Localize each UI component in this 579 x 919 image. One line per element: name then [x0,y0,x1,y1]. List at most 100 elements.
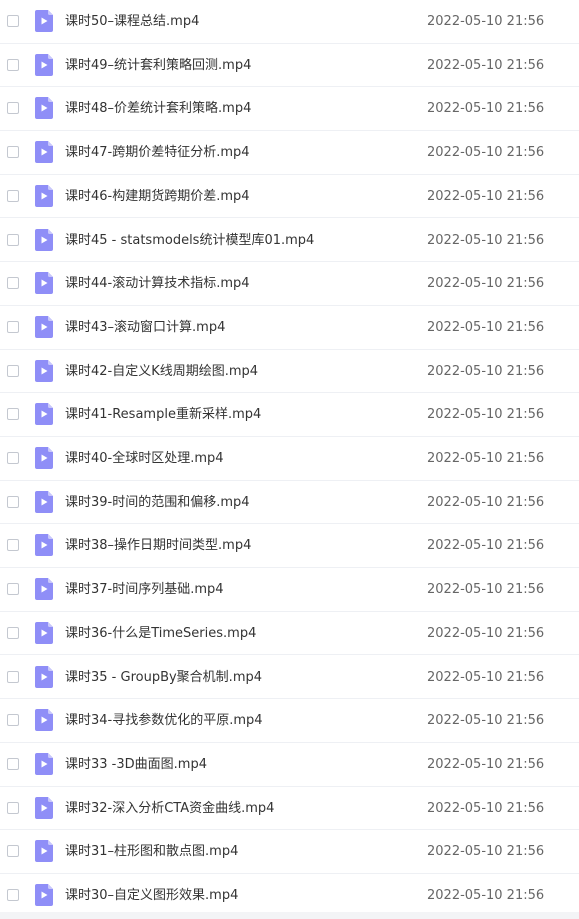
row-checkbox[interactable] [7,277,19,290]
modified-date: 2022-05-10 21:56 [427,756,545,772]
file-name-link[interactable]: 课时47-跨期价差特征分析.mp4 [65,131,250,175]
modified-date: 2022-05-10 21:56 [427,57,545,73]
file-name-link[interactable]: 课时46-构建期货跨期价差.mp4 [65,175,250,219]
video-file-icon [35,840,53,863]
modified-date: 2022-05-10 21:56 [427,363,545,379]
video-file-icon [35,621,53,644]
file-name-link[interactable]: 课时45 - statsmodels统计模型库01.mp4 [65,219,314,263]
file-row[interactable]: 课时32-深入分析CTA资金曲线.mp4 2022-05-10 21:56 [0,787,579,831]
row-checkbox[interactable] [7,452,19,464]
video-file-icon [35,752,53,775]
file-name-link[interactable]: 课时50–课程总结.mp4 [65,0,199,44]
file-name-link[interactable]: 课时38–操作日期时间类型.mp4 [65,524,251,568]
video-file-icon [35,796,53,819]
row-checkbox[interactable] [7,889,19,901]
row-checkbox[interactable] [7,408,19,421]
file-row[interactable]: 课时47-跨期价差特征分析.mp4 2022-05-10 21:56 [0,131,579,175]
file-row[interactable]: 课时41-Resample重新采样.mp4 2022-05-10 21:56 [0,393,579,437]
row-checkbox[interactable] [7,15,19,27]
video-file-icon [35,884,53,906]
file-name-link[interactable]: 课时35 - GroupBy聚合机制.mp4 [65,656,262,700]
file-name-link[interactable]: 课时31–柱形图和散点图.mp4 [65,830,238,874]
file-row[interactable]: 课时44-滚动计算技术指标.mp4 2022-05-10 21:56 [0,262,579,306]
video-file-icon [35,403,53,426]
row-checkbox[interactable] [7,626,19,639]
row-checkbox[interactable] [7,146,19,159]
modified-date: 2022-05-10 21:56 [427,407,545,423]
file-row[interactable]: 课时38–操作日期时间类型.mp4 2022-05-10 21:56 [0,524,579,569]
video-file-icon [35,315,53,338]
video-file-icon [35,184,53,207]
modified-date: 2022-05-10 21:56 [427,800,545,816]
row-checkbox[interactable] [7,364,19,377]
file-row[interactable]: 课时48–价差统计套利策略.mp4 2022-05-10 21:56 [0,87,579,132]
file-name-link[interactable]: 课时48–价差统计套利策略.mp4 [65,87,251,131]
video-file-icon [35,141,53,164]
file-row[interactable]: 课时33 -3D曲面图.mp4 2022-05-10 21:56 [0,743,579,787]
file-row[interactable]: 课时39-时间的范围和偏移.mp4 2022-05-10 21:56 [0,481,579,525]
modified-date: 2022-05-10 21:56 [427,494,545,510]
file-name-link[interactable]: 课时37-时间序列基础.mp4 [65,568,224,612]
file-name-link[interactable]: 课时33 -3D曲面图.mp4 [65,743,207,787]
file-name-link[interactable]: 课时42-自定义K线周期绘图.mp4 [65,350,258,394]
modified-date: 2022-05-10 21:56 [427,319,545,335]
row-checkbox[interactable] [7,757,19,770]
row-checkbox[interactable] [7,189,19,202]
file-name-link[interactable]: 课时41-Resample重新采样.mp4 [65,393,261,437]
video-file-icon [35,665,53,688]
file-row[interactable]: 课时37-时间序列基础.mp4 2022-05-10 21:56 [0,568,579,612]
file-row[interactable]: 课时40-全球时区处理.mp4 2022-05-10 21:56 [0,437,579,481]
file-name-link[interactable]: 课时49–统计套利策略回测.mp4 [65,44,251,88]
file-name-link[interactable]: 课时32-深入分析CTA资金曲线.mp4 [65,787,274,831]
modified-date: 2022-05-10 21:56 [427,451,545,466]
video-file-icon [35,53,53,76]
video-file-icon [35,534,53,557]
modified-date: 2022-05-10 21:56 [427,844,545,860]
file-name-link[interactable]: 课时36-什么是TimeSeries.mp4 [65,612,256,656]
file-row[interactable]: 课时43–滚动窗口计算.mp4 2022-05-10 21:56 [0,306,579,350]
modified-date: 2022-05-10 21:56 [427,101,545,117]
video-file-icon [35,97,53,120]
modified-date: 2022-05-10 21:56 [427,582,545,598]
file-name-link[interactable]: 课时40-全球时区处理.mp4 [65,437,224,481]
modified-date: 2022-05-10 21:56 [427,625,545,641]
file-row[interactable]: 课时49–统计套利策略回测.mp4 2022-05-10 21:56 [0,44,579,88]
file-row[interactable]: 课时45 - statsmodels统计模型库01.mp4 2022-05-10 … [0,219,579,263]
video-file-icon [35,272,53,295]
file-name-link[interactable]: 课时43–滚动窗口计算.mp4 [65,306,225,350]
row-checkbox[interactable] [7,320,19,333]
video-file-icon [35,10,53,32]
file-name-link[interactable]: 课时44-滚动计算技术指标.mp4 [65,262,250,306]
file-row[interactable]: 课时46-构建期货跨期价差.mp4 2022-05-10 21:56 [0,175,579,219]
file-row[interactable]: 课时50–课程总结.mp4 2022-05-10 21:56 [0,0,579,44]
file-row[interactable]: 课时35 - GroupBy聚合机制.mp4 2022-05-10 21:56 [0,656,579,700]
row-checkbox[interactable] [7,102,19,115]
file-row[interactable]: 课时34-寻找参数优化的平原.mp4 2022-05-10 21:56 [0,699,579,743]
row-checkbox[interactable] [7,58,19,71]
modified-date: 2022-05-10 21:56 [427,14,545,29]
row-checkbox[interactable] [7,583,19,596]
row-checkbox[interactable] [7,845,19,858]
modified-date: 2022-05-10 21:56 [427,145,545,161]
row-checkbox[interactable] [7,233,19,246]
row-checkbox[interactable] [7,495,19,508]
video-file-icon [35,490,53,513]
video-file-icon [35,709,53,732]
video-file-icon [35,228,53,251]
file-row[interactable]: 课时31–柱形图和散点图.mp4 2022-05-10 21:56 [0,830,579,874]
modified-date: 2022-05-10 21:56 [427,538,545,554]
file-name-link[interactable]: 课时34-寻找参数优化的平原.mp4 [65,699,263,743]
modified-date: 2022-05-10 21:56 [427,276,545,292]
video-file-icon [35,447,53,469]
modified-date: 2022-05-10 21:56 [427,232,545,248]
file-name-link[interactable]: 课时39-时间的范围和偏移.mp4 [65,481,250,525]
file-row[interactable]: 课时42-自定义K线周期绘图.mp4 2022-05-10 21:56 [0,350,579,394]
horizontal-scrollbar-track[interactable] [0,912,579,919]
modified-date: 2022-05-10 21:56 [427,669,545,685]
row-checkbox[interactable] [7,714,19,727]
row-checkbox[interactable] [7,670,19,683]
row-checkbox[interactable] [7,539,19,552]
row-checkbox[interactable] [7,801,19,814]
file-row[interactable]: 课时36-什么是TimeSeries.mp4 2022-05-10 21:56 [0,612,579,656]
video-file-icon [35,359,53,382]
